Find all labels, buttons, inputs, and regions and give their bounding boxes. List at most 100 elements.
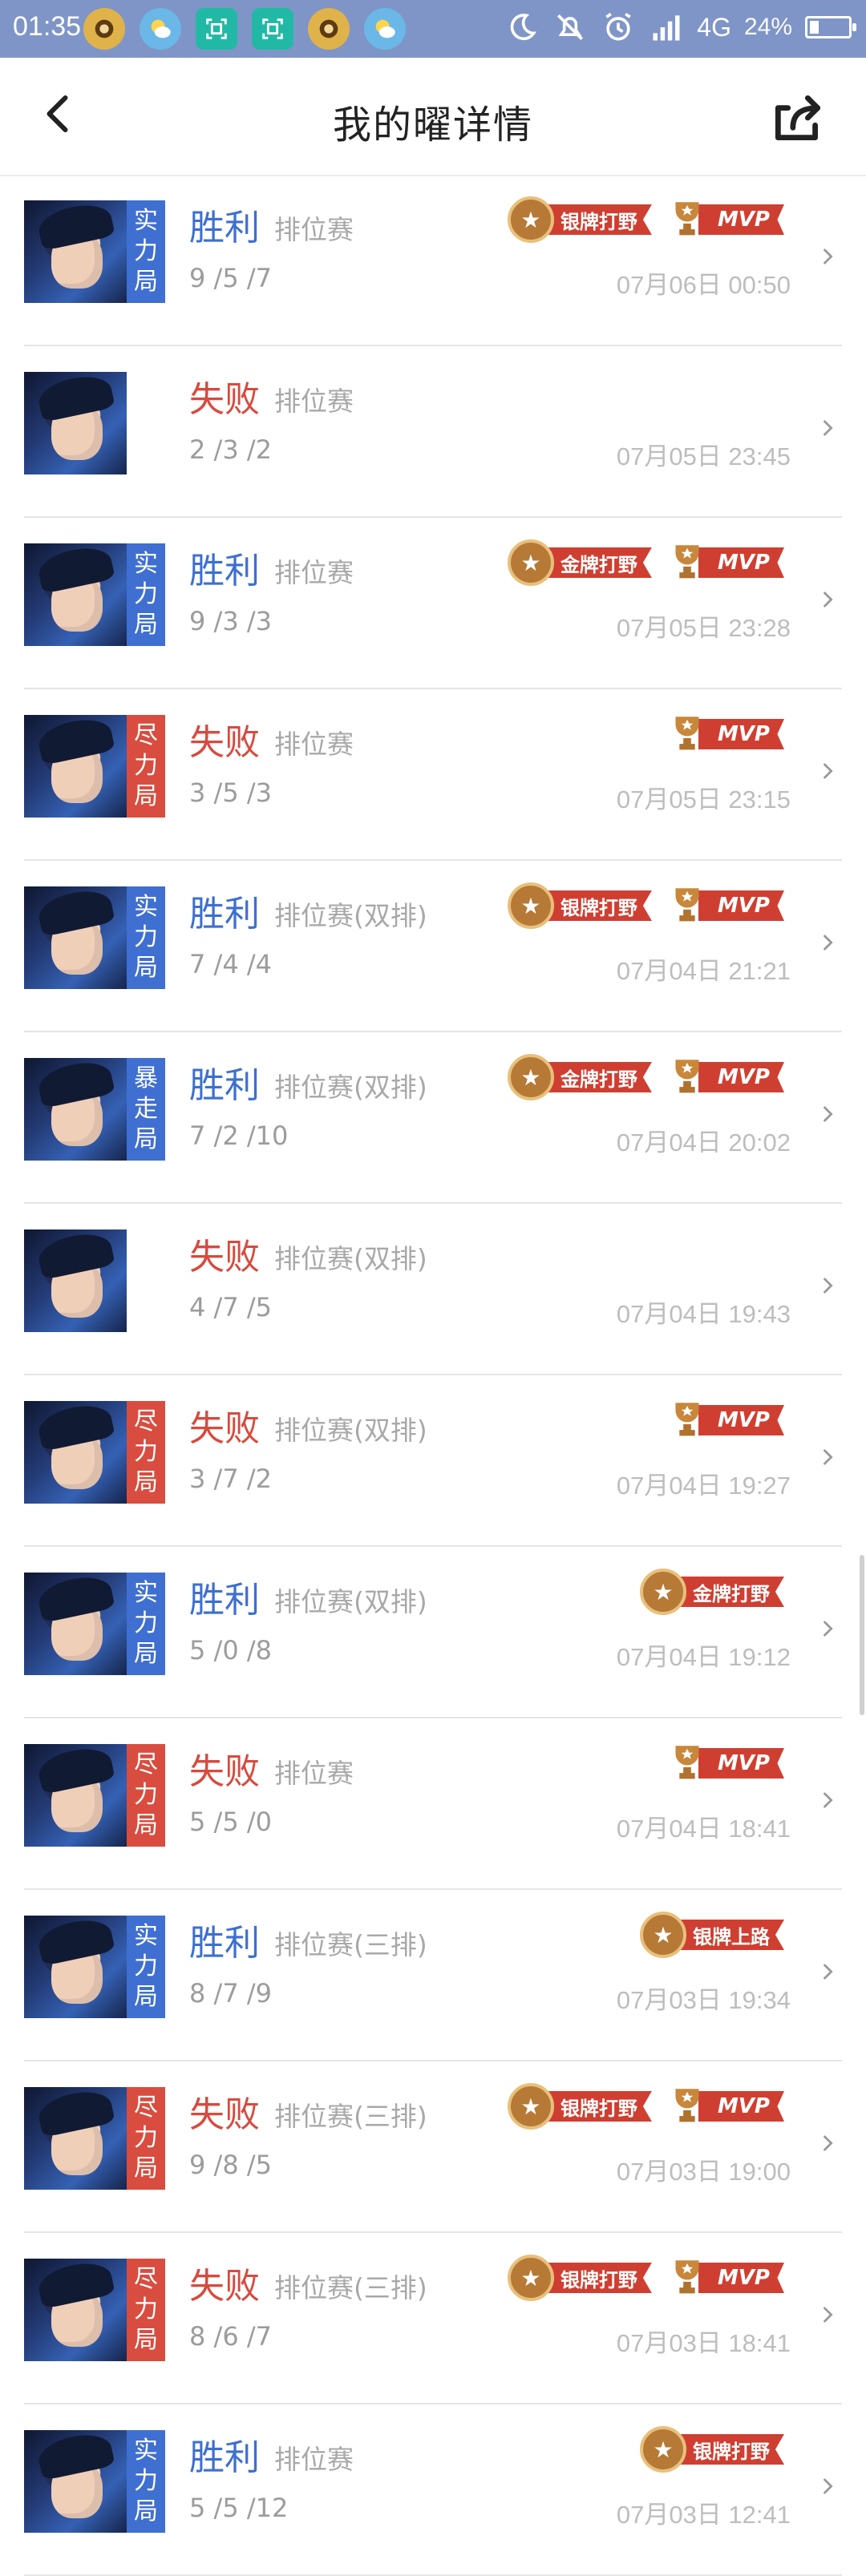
medal-icon: ★	[507, 196, 554, 243]
medal-icon: ★	[507, 882, 554, 929]
match-result: 胜利	[189, 1923, 260, 1964]
match-tag: 尽力局	[127, 2087, 165, 2190]
match-mode: 排位赛(双排)	[274, 900, 427, 931]
hero-portrait	[24, 715, 127, 818]
match-kda: 4 /7 /5	[189, 1292, 272, 1322]
match-row[interactable]: 尽力局 失败 排位赛 3 /5 /3 MVP 07月05日 23:15	[24, 689, 842, 861]
badge-label: MVP	[698, 1748, 784, 1779]
chevron-right-icon	[824, 1106, 833, 1122]
achievement-badge: ★ 银牌上路	[640, 1911, 784, 1959]
match-row[interactable]: 尽力局 失败 排位赛(三排) 9 /8 /5 ★ 银牌打野 MVP 07月03日 1…	[24, 2061, 842, 2233]
achievement-badge: ★ 银牌打野	[640, 2425, 784, 2473]
match-row[interactable]: 实力局 胜利 排位赛(双排) 5 /0 /8 ★ 金牌打野 07月04日 19:1…	[24, 1547, 842, 1718]
match-kda: 8 /6 /7	[189, 2321, 272, 2352]
chevron-right-icon	[824, 592, 833, 608]
match-mode: 排位赛	[274, 557, 354, 588]
match-row[interactable]: 尽力局 失败 排位赛(三排) 8 /6 /7 ★ 银牌打野 MVP 07月03日 1…	[24, 2233, 842, 2404]
hero-portrait	[24, 543, 127, 646]
badge-group: MVP	[663, 1739, 784, 1787]
top-bar: 我的曜详情	[0, 58, 866, 176]
match-row[interactable]: 实力局 胜利 排位赛(三排) 8 /7 /9 ★ 银牌上路 07月03日 19:3…	[24, 1890, 842, 2061]
badge-label: 金牌打野	[540, 1062, 652, 1092]
badge-label: 银牌打野	[540, 890, 652, 921]
match-row[interactable]: 实力局 胜利 排位赛 5 /5 /12 ★ 银牌打野 07月03日 12:41	[24, 2404, 842, 2576]
match-row[interactable]: 尽力局 失败 排位赛 5 /5 /0 MVP 07月04日 18:41	[24, 1718, 842, 1890]
trophy-icon	[675, 1746, 699, 1779]
match-row[interactable]: 尽力局 失败 排位赛(双排) 3 /7 /2 MVP 07月04日 19:27	[24, 1375, 842, 1547]
weather-icon	[140, 8, 181, 50]
badge-label: MVP	[698, 719, 784, 749]
match-tag-char: 局	[134, 611, 158, 639]
match-row[interactable]: 暴走局 胜利 排位赛(双排) 7 /2 /10 ★ 金牌打野 MVP 07月04日 …	[24, 1032, 842, 1204]
trophy-icon	[675, 202, 699, 236]
match-row[interactable]: 实力局 胜利 排位赛(双排) 7 /4 /4 ★ 银牌打野 MVP 07月04日 2…	[24, 861, 842, 1032]
medal-icon: ★	[640, 2426, 686, 2473]
chevron-right-icon	[824, 1278, 833, 1294]
match-kda: 5 /5 /12	[189, 2493, 289, 2523]
badge-label: 银牌打野	[540, 2263, 652, 2293]
match-mode: 排位赛	[274, 1758, 354, 1789]
match-kda: 8 /7 /9	[189, 1978, 272, 2009]
badge-label: 银牌上路	[674, 1920, 784, 1950]
match-tag-char: 局	[134, 782, 158, 810]
match-result: 胜利	[189, 894, 260, 935]
share-icon[interactable]	[768, 88, 828, 147]
match-tag: 暴走局	[127, 1058, 165, 1161]
badge-group: ★ 银牌打野 MVP	[507, 2082, 784, 2130]
match-row[interactable]: 实力局 胜利 排位赛 9 /3 /3 ★ 金牌打野 MVP 07月05日 23:28	[24, 518, 842, 689]
hero-portrait	[24, 1058, 127, 1161]
match-mode: 排位赛(双排)	[274, 1072, 427, 1103]
scrollbar[interactable]	[860, 1555, 864, 1715]
match-mode: 排位赛	[274, 214, 354, 245]
match-time: 07月04日 18:41	[616, 1815, 791, 1843]
match-tag-char: 力	[134, 923, 158, 951]
medal-icon: ★	[507, 539, 554, 586]
hero-portrait	[24, 1916, 127, 2018]
badge-group: ★ 银牌打野 MVP	[507, 196, 784, 244]
badge-label: MVP	[698, 890, 784, 921]
hero-portrait	[24, 200, 127, 303]
badge-label: MVP	[698, 1062, 784, 1092]
match-tag-char: 力	[134, 752, 158, 780]
match-tag-char: 实	[134, 1922, 158, 1950]
match-tag-char: 尽	[134, 721, 158, 749]
match-list: 实力局 胜利 排位赛 9 /5 /7 ★ 银牌打野 MVP 07月06日 00:50…	[0, 175, 866, 2576]
medal-icon: ★	[640, 1912, 686, 1958]
match-tag-char: 暴	[134, 1064, 158, 1092]
chevron-right-icon	[824, 1792, 833, 1808]
match-kda: 2 /3 /2	[189, 434, 272, 465]
match-kda: 3 /5 /3	[189, 777, 272, 808]
trophy-icon	[675, 545, 699, 579]
hero-portrait	[24, 2259, 127, 2361]
badge-group: ★ 银牌打野 MVP	[507, 882, 784, 930]
hero-avatar: 实力局	[24, 1573, 165, 1675]
hero-portrait	[24, 886, 127, 989]
signal-icon	[653, 15, 680, 41]
trophy-icon	[675, 2260, 699, 2294]
match-kda: 7 /4 /4	[189, 949, 272, 979]
match-row[interactable]: 失败 排位赛 2 /3 /2 07月05日 23:45	[24, 346, 842, 518]
match-tag-char: 尽	[134, 2265, 158, 2293]
match-kda: 3 /7 /2	[189, 1464, 272, 1494]
trophy-icon	[675, 717, 699, 750]
match-result: 胜利	[189, 2437, 260, 2478]
match-time: 07月04日 19:43	[616, 1300, 791, 1328]
badge-group: ★ 金牌打野 MVP	[507, 539, 784, 587]
achievement-badge: ★ 银牌打野	[507, 2082, 652, 2130]
hero-portrait	[24, 372, 127, 474]
trophy-icon	[675, 888, 699, 922]
achievement-badge: MVP	[663, 2082, 784, 2130]
match-row[interactable]: 实力局 胜利 排位赛 9 /5 /7 ★ 银牌打野 MVP 07月06日 00:50	[24, 175, 842, 346]
match-row[interactable]: 失败 排位赛(双排) 4 /7 /5 07月04日 19:43	[24, 1204, 842, 1375]
match-time: 07月04日 19:27	[616, 1472, 791, 1500]
match-result: 胜利	[189, 1065, 260, 1106]
match-time: 07月03日 19:34	[616, 1986, 791, 2014]
network-label: 4G	[697, 12, 731, 42]
match-tag-char: 局	[134, 1640, 158, 1668]
hero-portrait	[24, 1229, 127, 1332]
match-tag: 实力局	[127, 1916, 165, 2018]
badge-label: MVP	[698, 2263, 784, 2293]
achievement-badge: MVP	[663, 196, 784, 244]
hero-avatar: 实力局	[24, 886, 165, 989]
match-tag: 尽力局	[127, 715, 165, 818]
